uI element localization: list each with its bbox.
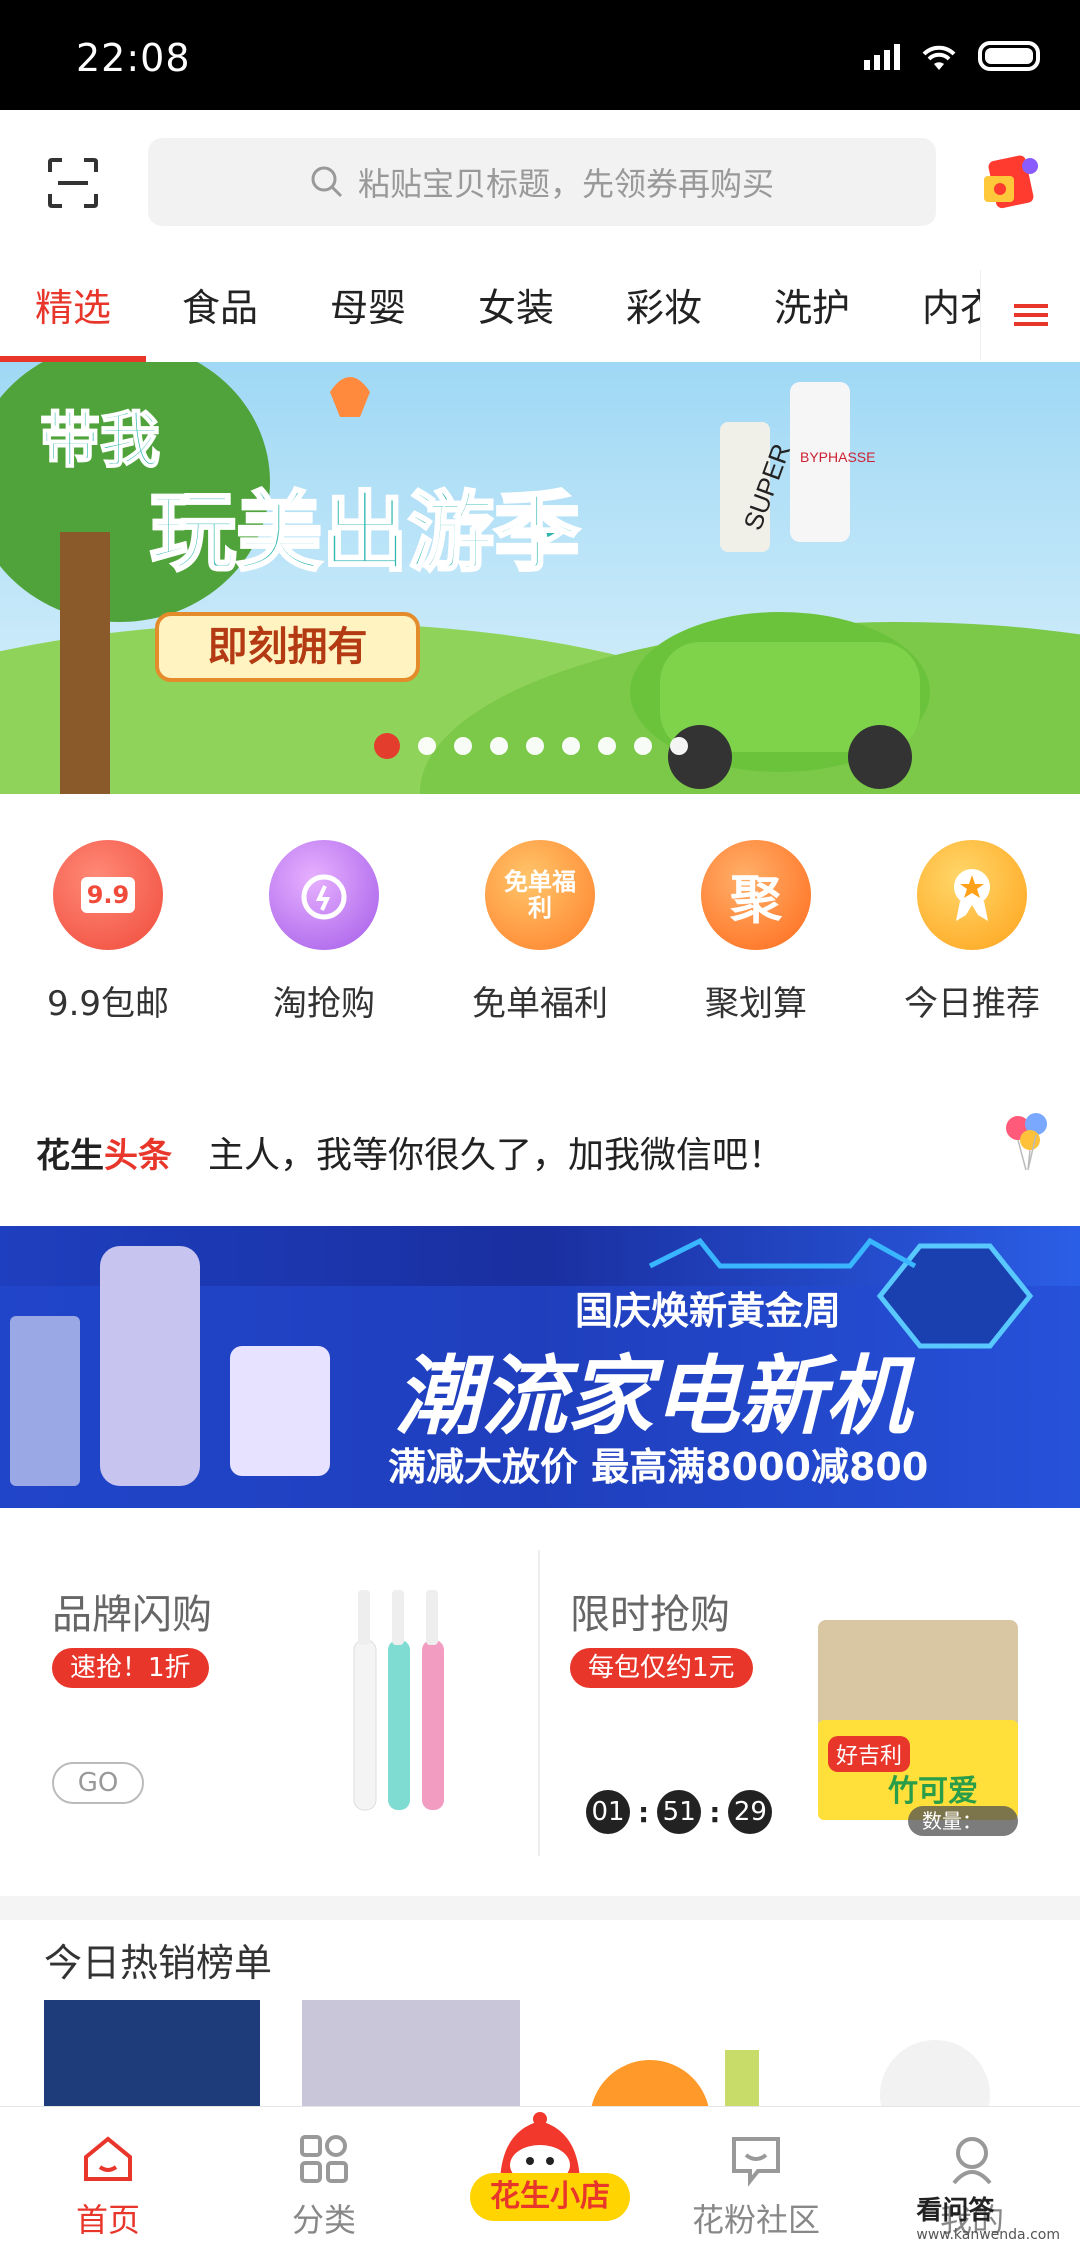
brand-flash-tag: 速抢！1折	[52, 1648, 209, 1688]
hero-cta-button[interactable]: 即刻拥有	[155, 612, 420, 682]
flash-sale-section: 品牌闪购 速抢！1折 GO 限时抢购 每包仅约1元 好吉利 竹可爱 数量：27包	[0, 1540, 1080, 1870]
headline-message: 主人，我等你很久了，加我微信吧！	[208, 1135, 785, 1176]
promo-main-line: 潮流家电新机	[395, 1347, 911, 1447]
quick-link-free[interactable]: 免单福利 免单福利	[432, 840, 648, 1040]
toothbrush-image	[353, 1590, 444, 1811]
list-item[interactable]	[44, 2000, 260, 2106]
group-buy-icon: 聚	[701, 840, 811, 950]
hero-banner[interactable]: SUPER BYPHASSE 带我 玩美出游季 即刻拥有	[0, 362, 1080, 794]
headline-brand-accent: 头条	[104, 1135, 172, 1176]
svg-text:BYPHASSE: BYPHASSE	[800, 449, 875, 465]
home-icon	[84, 2136, 132, 2181]
hot-sales-list	[0, 2000, 1080, 2106]
balloons-icon	[1006, 1113, 1047, 1171]
red-envelope-icon[interactable]	[978, 150, 1042, 214]
nav-category[interactable]: 分类	[216, 2107, 432, 2248]
free-order-icon: 免单福利	[485, 840, 595, 950]
quick-link-flash[interactable]: 淘抢购	[216, 840, 432, 1040]
search-icon	[311, 166, 343, 198]
tab-featured[interactable]: 精选	[0, 270, 146, 362]
list-item[interactable]	[590, 2060, 710, 2106]
menu-icon[interactable]	[980, 270, 1080, 360]
tissue-product-image: 好吉利 竹可爱 数量：27包	[818, 1620, 1018, 1863]
hero-title-line1: 带我	[39, 405, 161, 477]
brand-flash-card[interactable]: 品牌闪购 速抢！1折 GO	[0, 1540, 538, 1870]
limited-flash-tag: 每包仅约1元	[570, 1648, 753, 1688]
limited-flash-title: 限时抢购	[570, 1592, 730, 1638]
scan-icon[interactable]	[46, 156, 100, 210]
hot-sales-title: 今日热销榜单	[44, 1941, 273, 1985]
quick-links: 9.9 9.9包邮 淘抢购 免单福利 免单福利 聚 聚划算 今日推荐	[0, 840, 1080, 1040]
search-input[interactable]: 粘贴宝贝标题，先领券再购买	[148, 138, 936, 226]
profile-icon	[952, 2137, 992, 2185]
status-bar: 22:08	[0, 0, 1080, 110]
quick-link-99[interactable]: 9.9 9.9包邮	[0, 840, 216, 1040]
promo-banner[interactable]: 国庆焕新黄金周 潮流家电新机 满减大放价 最高满8000减800	[0, 1226, 1080, 1508]
brand-flash-title: 品牌闪购	[52, 1592, 212, 1638]
search-placeholder: 粘贴宝贝标题，先领券再购买	[357, 165, 774, 203]
tab-care[interactable]: 洗护	[738, 270, 886, 362]
news-ticker[interactable]: 花生 头条 主人，我等你很久了，加我微信吧！	[36, 1124, 1046, 1180]
headline-brand: 花生	[36, 1135, 104, 1176]
nav-community[interactable]: 花粉社区	[648, 2107, 864, 2248]
list-item[interactable]	[880, 2040, 990, 2106]
wifi-icon	[922, 45, 956, 70]
go-button[interactable]: GO	[52, 1762, 144, 1804]
countdown-timer: 01 : 51 : 29	[586, 1790, 773, 1834]
shop-label: 花生小店	[470, 2173, 630, 2221]
nav-shop[interactable]: 花生小店	[432, 2107, 648, 2248]
alarm-clock-icon	[269, 840, 379, 950]
quantity-badge: 数量：27包	[908, 1806, 1018, 1863]
carousel-dots	[374, 733, 688, 759]
quick-link-juhuasuan[interactable]: 聚 聚划算	[648, 840, 864, 1040]
watermark: 看问答 www.kanwenda.com	[916, 2196, 1060, 2243]
tab-women[interactable]: 女装	[442, 270, 590, 362]
battery-icon	[978, 41, 1040, 71]
grid-icon	[300, 2135, 348, 2183]
list-item[interactable]	[302, 2000, 520, 2106]
promo-sub-line: 满减大放价 最高满8000减800	[388, 1445, 929, 1489]
category-tabs: 精选 食品 母婴 女装 彩妆 洗护 内衣	[0, 270, 1080, 362]
tab-baby[interactable]: 母婴	[294, 270, 442, 362]
chat-community-icon	[732, 2137, 780, 2187]
quick-link-today[interactable]: 今日推荐	[864, 840, 1080, 1040]
signal-icon	[864, 42, 900, 70]
tab-makeup[interactable]: 彩妆	[590, 270, 738, 362]
award-medal-icon	[917, 840, 1027, 950]
shopping-bag-icon: 9.9	[53, 840, 163, 950]
status-time: 22:08	[76, 36, 191, 80]
hero-title-line2: 玩美出游季	[149, 482, 582, 585]
nav-home[interactable]: 首页	[0, 2107, 216, 2248]
tab-food[interactable]: 食品	[146, 270, 294, 362]
